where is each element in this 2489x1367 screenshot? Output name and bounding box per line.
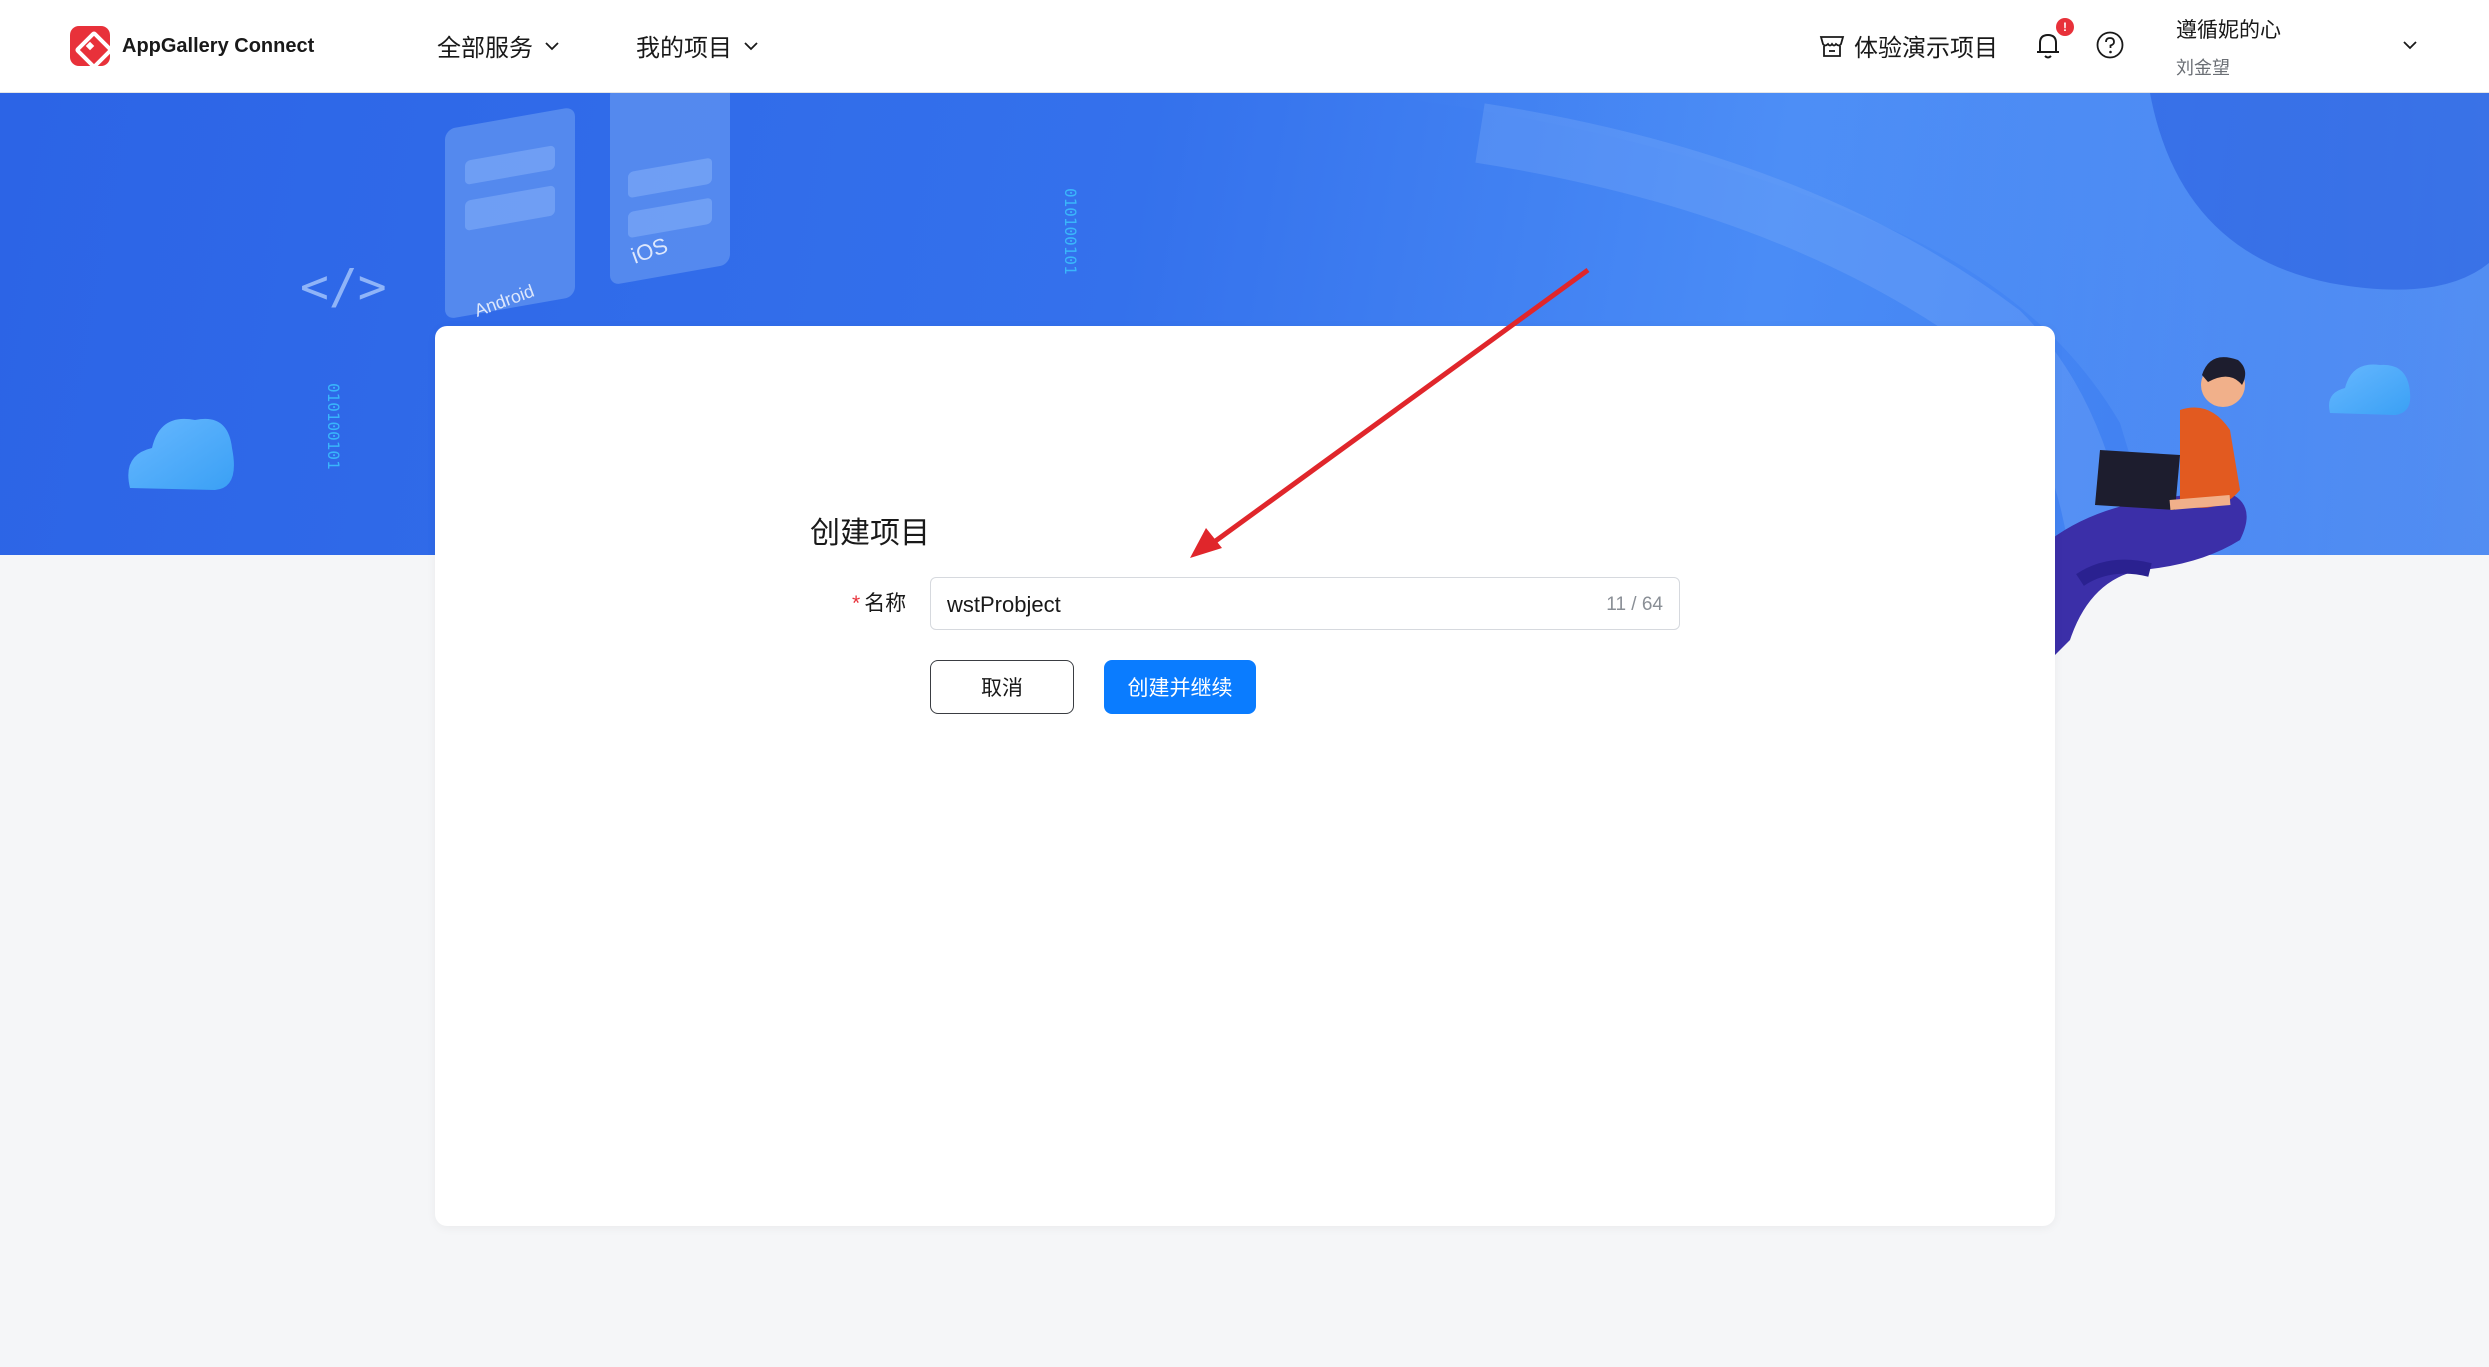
char-counter: 11 / 64 (1606, 594, 1663, 615)
user-name[interactable]: 遵循妮的心 (2176, 14, 2281, 44)
name-label-text: 名称 (864, 592, 907, 615)
logo[interactable]: AppGallery Connect (70, 26, 314, 66)
ios-card-icon (610, 93, 730, 284)
logo-text: AppGallery Connect (122, 34, 315, 57)
help-icon[interactable] (2095, 30, 2125, 60)
nav-my-projects-label: 我的项目 (636, 35, 732, 62)
nav-my-projects[interactable]: 我的项目 (636, 28, 760, 63)
cancel-button[interactable]: 取消 (930, 660, 1074, 714)
project-name-input[interactable]: wstProbject 11 / 64 (930, 577, 1680, 630)
demo-store-icon (1819, 35, 1845, 57)
top-header: AppGallery Connect 全部服务 我的项目 体验演示项目 ! 遵循… (0, 0, 2489, 93)
binary-strip-left: 010100101 (324, 383, 343, 470)
demo-project-label: 体验演示项目 (1854, 35, 1998, 62)
chevron-down-icon[interactable] (2400, 35, 2420, 55)
chevron-down-icon (744, 41, 758, 50)
person-laptop-illustration (2050, 357, 2247, 660)
create-project-card (435, 326, 2055, 1226)
nav-all-services[interactable]: 全部服务 (437, 28, 561, 63)
demo-project-link[interactable]: 体验演示项目 (1818, 28, 1998, 63)
create-and-continue-button[interactable]: 创建并继续 (1104, 660, 1256, 714)
code-glyph-icon: </> (300, 259, 387, 315)
page-title: 创建项目 (810, 517, 930, 550)
user-subname: 刘金望 (2176, 58, 2230, 78)
appgallery-logo-icon (70, 26, 110, 66)
binary-strip-top: 010100101 (1061, 188, 1080, 275)
name-field-label: * 名称 (852, 587, 906, 617)
required-mark: * (852, 592, 861, 615)
notification-badge: ! (2056, 18, 2074, 36)
project-name-value[interactable]: wstProbject (947, 592, 1061, 618)
nav-all-services-label: 全部服务 (437, 35, 533, 62)
cloud-left-icon (128, 418, 234, 490)
chevron-down-icon (545, 41, 559, 50)
